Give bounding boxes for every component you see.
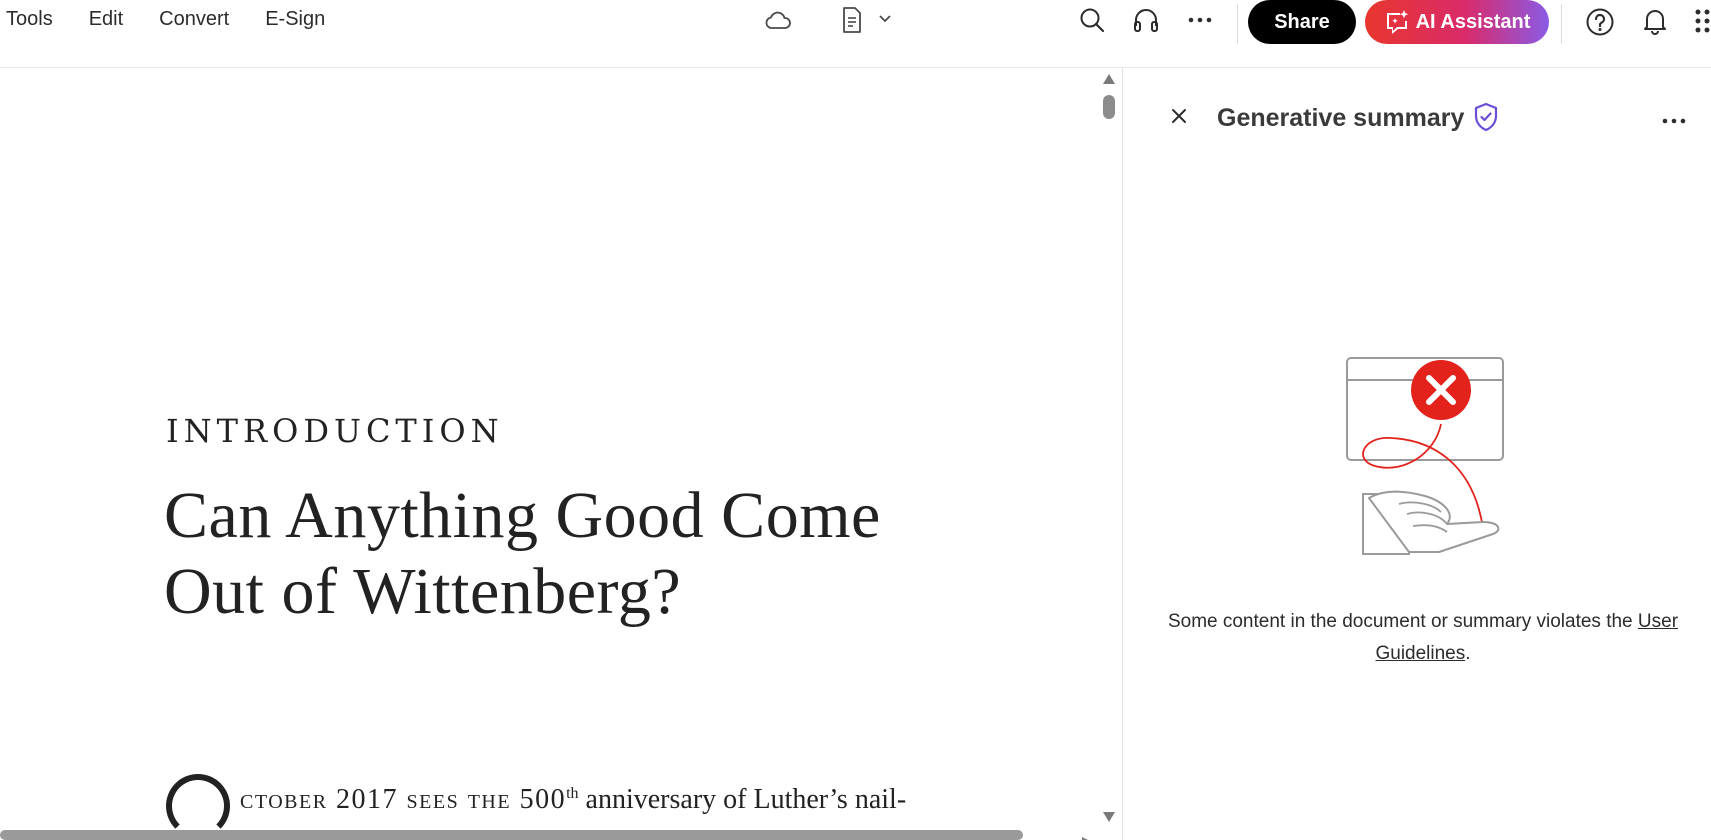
opening-line: ctober 2017 sees the 500th anniversary o… [240,784,906,816]
help-icon[interactable] [1584,6,1616,38]
horizontal-scrollbar-thumb[interactable] [0,830,1023,840]
panel-title: Generative summary [1217,104,1465,132]
apps-grid-icon[interactable] [1694,8,1711,36]
document-icon[interactable] [838,4,866,36]
top-toolbar: Tools Edit Convert E-Sign Share AI Assis… [0,0,1711,68]
content-violation-illustration [1343,354,1523,569]
vertical-scrollbar-thumb[interactable] [1103,95,1115,119]
document-page: INTRODUCTION Can Anything Good Come Out … [0,68,1100,840]
opening-superscript: th [566,785,579,802]
scroll-up-arrow-icon[interactable] [1102,72,1116,90]
menu-edit[interactable]: Edit [89,8,141,31]
search-icon[interactable] [1076,4,1108,36]
scroll-right-arrow-icon[interactable] [1081,832,1091,840]
chapter-title-line-1: Can Anything Good Come [164,479,881,552]
drop-cap-o [166,774,230,838]
share-label: Share [1274,10,1330,33]
document-viewer[interactable]: INTRODUCTION Can Anything Good Come Out … [0,68,1122,840]
violation-message-end: . [1465,643,1471,664]
panel-more-icon[interactable] [1661,112,1687,130]
ai-assistant-button[interactable]: AI Assistant [1365,0,1549,44]
menu-tools[interactable]: Tools [6,8,71,31]
shield-check-icon[interactable] [1473,102,1499,137]
menu-convert[interactable]: Convert [159,8,247,31]
section-label: INTRODUCTION [166,412,504,450]
close-icon[interactable] [1167,104,1191,128]
toolbar-divider [1237,4,1238,44]
ai-assistant-icon [1386,10,1408,34]
chevron-down-icon[interactable] [876,10,894,28]
bell-icon[interactable] [1640,6,1670,36]
chapter-title-line-2: Out of Wittenberg? [164,555,682,628]
generative-summary-panel: Generative summary Some content in the d… [1123,68,1711,840]
chapter-title: Can Anything Good Come Out of Wittenberg… [164,478,881,630]
opening-rest: anniversary of Luther’s nail- [585,784,907,815]
more-icon[interactable] [1184,8,1216,32]
toolbar-divider-2 [1561,4,1562,44]
headphones-icon[interactable] [1130,4,1162,36]
violation-message: Some content in the document or summary … [1163,606,1683,670]
menu-esign[interactable]: E-Sign [265,8,343,31]
violation-message-text: Some content in the document or summary … [1167,611,1633,632]
cloud-icon[interactable] [762,4,794,36]
ai-assistant-label: AI Assistant [1415,10,1531,33]
share-button[interactable]: Share [1248,0,1356,44]
menu-bar: Tools Edit Convert E-Sign [6,8,361,31]
scroll-down-arrow-icon[interactable] [1102,810,1116,828]
opening-smallcaps: ctober 2017 sees the 500 [240,784,567,815]
